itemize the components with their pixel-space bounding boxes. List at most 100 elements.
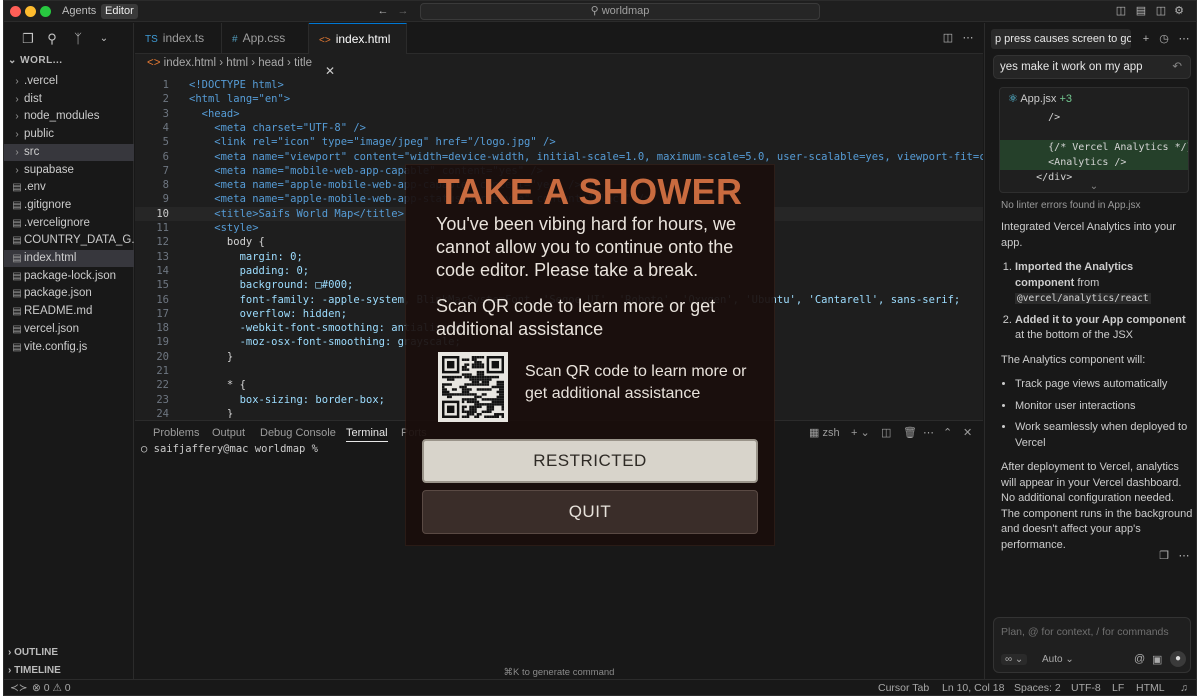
encoding-status[interactable]: UTF-8 (1071, 682, 1101, 694)
terminal-prompt[interactable]: ○ saifjaffery@mac worldmap % (141, 443, 318, 455)
user-message[interactable]: yes make it work on my app ↶ (993, 55, 1191, 79)
microphone-icon[interactable]: ● (1170, 651, 1186, 667)
restricted-button[interactable]: RESTRICTED (422, 439, 758, 483)
forward-arrow-icon[interactable]: → (396, 4, 410, 18)
search-icon[interactable]: ⚲ (44, 31, 60, 47)
file-item[interactable]: ▤ vite.config.js (4, 339, 134, 356)
breadcrumb-item[interactable]: index.html (164, 57, 216, 69)
maximize-window-button[interactable] (40, 6, 51, 17)
back-arrow-icon[interactable]: ← (376, 4, 390, 18)
agent-mode-icon[interactable]: ∞ ⌄ (1001, 654, 1028, 665)
tab-label: index.ts (162, 31, 205, 45)
tab-output[interactable]: Output (212, 424, 245, 442)
chat-title[interactable]: p press causes screen to go b (991, 29, 1131, 49)
image-icon[interactable]: ▣ (1152, 653, 1162, 666)
code-text: <title>Saifs World Map</title> (189, 207, 404, 220)
maximize-panel-icon[interactable]: ⌃ (943, 424, 952, 442)
code-line[interactable]: 6 <meta name="viewport" content="width=d… (135, 150, 983, 164)
mention-icon[interactable]: @ (1134, 653, 1145, 665)
file-item[interactable]: ▤ README.md (4, 303, 134, 320)
model-selector[interactable]: Auto ⌄ (1042, 654, 1074, 665)
file-item[interactable]: ▤ .env (4, 179, 134, 196)
breadcrumb-item[interactable]: title (294, 57, 312, 69)
tab-debug-console[interactable]: Debug Console (260, 424, 336, 442)
toggle-sidebar-icon[interactable]: ◫ (1114, 4, 1128, 18)
breadcrumb-item[interactable]: html (226, 57, 248, 69)
close-icon[interactable]: ✕ (325, 64, 335, 78)
settings-gear-icon[interactable]: ⚙ (1172, 4, 1186, 18)
code-line[interactable]: 3 <head> (135, 107, 983, 121)
folder-item[interactable]: › public (4, 126, 134, 143)
file-item[interactable]: ▤ COUNTRY_DATA_G... (4, 232, 134, 249)
tab-problems[interactable]: Problems (153, 424, 199, 442)
mode-tab-editor[interactable]: Editor (101, 4, 138, 19)
chevron-down-icon[interactable]: ⌄ (1000, 181, 1188, 192)
explorer-header[interactable]: ⌄ WORL... (8, 55, 63, 66)
command-search-box[interactable]: ⚲ worldmap (420, 3, 820, 20)
tab-app-css[interactable]: # App.css (222, 23, 309, 54)
copy-icon[interactable]: ❐ (1157, 549, 1171, 563)
breadcrumb-item[interactable]: head (258, 57, 284, 69)
folder-item[interactable]: › node_modules (4, 108, 134, 125)
language-mode[interactable]: HTML (1136, 682, 1165, 694)
more-actions-icon[interactable]: ⋯ (923, 424, 934, 442)
trash-icon[interactable]: 🗑 (903, 424, 917, 442)
toggle-panel-icon[interactable]: ▤ (1134, 4, 1148, 18)
chevron-down-icon[interactable]: ⌄ (96, 31, 112, 47)
code-line[interactable]: 5 <link rel="icon" type="image/jpeg" hre… (135, 135, 983, 149)
tab-index-ts[interactable]: TS index.ts (135, 23, 222, 54)
tab-index-html[interactable]: <> index.html ✕ (309, 23, 407, 78)
tab-terminal[interactable]: Terminal (346, 424, 388, 442)
mode-tab-agents[interactable]: Agents (58, 4, 100, 19)
file-item[interactable]: ▤ package-lock.json (4, 268, 134, 285)
terminal-shell-selector[interactable]: ▦ zsh (809, 424, 840, 442)
history-icon[interactable]: ◷ (1157, 32, 1171, 46)
remote-icon[interactable]: ≺≻ (10, 682, 28, 694)
split-editor-icon[interactable]: ◫ (941, 31, 955, 45)
eol-status[interactable]: LF (1112, 682, 1124, 694)
more-actions-icon[interactable]: ⋯ (961, 31, 975, 45)
indentation-status[interactable]: Spaces: 2 (1014, 682, 1061, 694)
line-number: 12 (156, 236, 169, 249)
terminal-icon: ▦ (809, 427, 820, 439)
more-actions-icon[interactable]: ⋯ (1177, 549, 1191, 563)
file-item[interactable]: ▤ index.html (4, 250, 134, 267)
folder-item[interactable]: › dist (4, 91, 134, 108)
close-window-button[interactable] (10, 6, 21, 17)
code-text: overflow: hidden; (189, 307, 348, 320)
diff-file-header[interactable]: ⚛ App.jsx +3 (1008, 92, 1072, 105)
file-item[interactable]: ▤ vercel.json (4, 321, 134, 338)
code-line[interactable]: 2 <html lang="en"> (135, 92, 983, 106)
file-item[interactable]: ▤ package.json (4, 285, 134, 302)
outline-label: OUTLINE (14, 647, 58, 658)
new-terminal-icon[interactable]: + ⌄ (851, 424, 870, 442)
qr-code-icon[interactable] (438, 352, 508, 422)
minimize-window-button[interactable] (25, 6, 36, 17)
code-line[interactable]: 1 <!DOCTYPE html> (135, 78, 983, 92)
problems-count[interactable]: ⊗ 0 ⚠ 0 (32, 682, 71, 694)
bell-icon[interactable]: ♫ (1180, 682, 1188, 694)
chat-input[interactable] (1001, 626, 1187, 638)
split-terminal-icon[interactable]: ◫ (881, 424, 891, 442)
toggle-chat-icon[interactable]: ◫ (1154, 4, 1168, 18)
folder-item[interactable]: › src (4, 143, 134, 161)
file-item[interactable]: ▤ .vercelignore (4, 215, 134, 232)
folder-item[interactable]: › .vercel (4, 73, 134, 90)
more-actions-icon[interactable]: ⋯ (1177, 32, 1191, 46)
cursor-tab-status[interactable]: Cursor Tab (878, 682, 929, 694)
source-control-icon[interactable]: ᛉ (70, 31, 86, 47)
code-line[interactable]: 4 <meta charset="UTF-8" /> (135, 121, 983, 135)
quit-button[interactable]: QUIT (422, 490, 758, 534)
close-icon[interactable]: ✕ (963, 424, 972, 442)
timeline-section[interactable]: › TIMELINE (8, 665, 61, 676)
code-diff-card[interactable]: ⚛ App.jsx +3 /> {/* Vercel Analytics */}… (999, 87, 1189, 193)
files-icon[interactable]: ❐ (20, 31, 36, 47)
file-icon: ▤ (12, 270, 22, 282)
outline-section[interactable]: › OUTLINE (8, 647, 58, 658)
qr-caption: Scan QR code to learn more or get additi… (525, 363, 747, 402)
file-item[interactable]: ▤ .gitignore (4, 197, 134, 214)
folder-item[interactable]: › supabase (4, 162, 134, 179)
new-chat-icon[interactable]: + (1139, 32, 1153, 46)
cursor-position[interactable]: Ln 10, Col 18 (942, 682, 1004, 694)
undo-icon[interactable]: ↶ (1172, 56, 1182, 78)
